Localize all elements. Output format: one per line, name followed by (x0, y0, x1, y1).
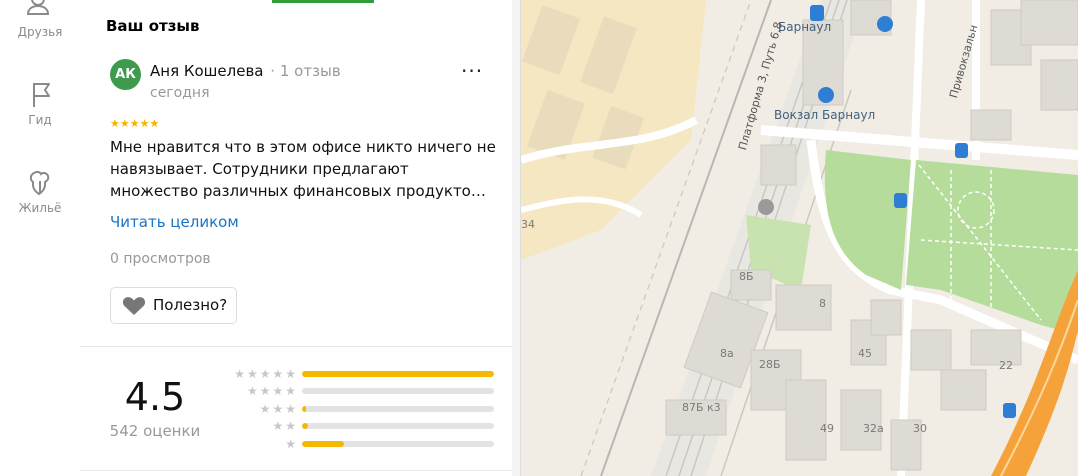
stars-label: ★★ (272, 419, 298, 433)
rating-bar-fill (302, 423, 308, 429)
rating-bar (302, 423, 494, 429)
map-house-number: 34 (521, 218, 535, 231)
map-house-number: 22 (999, 359, 1013, 372)
stars-label: ★★★ (259, 402, 298, 416)
more-options-button[interactable]: ··· (461, 61, 483, 81)
helpful-label: Полезно? (153, 296, 228, 314)
map-house-number: 28Б (759, 358, 781, 371)
map-house-number: 32а (863, 422, 884, 435)
review-author: Аня Кошелева · 1 отзыв (150, 62, 341, 80)
author-reviews-count: · 1 отзыв (270, 62, 341, 80)
helpful-button[interactable]: Полезно? (110, 287, 237, 324)
average-rating: 4.5 (124, 375, 186, 419)
stars-label: ★★★★ (246, 384, 298, 398)
rail-item-label: Жильё (18, 201, 62, 215)
map-canvas[interactable] (521, 0, 1078, 476)
rail-item-friends[interactable]: Друзья (0, 0, 80, 39)
rating-bar-fill (302, 441, 345, 447)
rail-item-guide[interactable]: Гид (0, 80, 80, 127)
review-stars: ★★★★★ (110, 117, 160, 130)
views-count: 0 просмотров (110, 251, 211, 267)
left-rail: Друзья Гид Жильё (0, 0, 81, 476)
rating-bar-fill (302, 406, 306, 412)
map-house-number: 49 (820, 422, 834, 435)
map-house-number: 45 (858, 347, 872, 360)
reviews-panel: Ваш отзыв АК Аня Кошелева · 1 отзыв сего… (80, 0, 521, 476)
flag-icon (33, 83, 50, 107)
ratings-count: 542 оценки (109, 422, 201, 440)
rating-bar (302, 406, 494, 412)
avatar[interactable]: АК (110, 59, 141, 90)
map-house-number: 8а (720, 347, 734, 360)
rating-bar-fill (302, 371, 494, 377)
divider (80, 470, 512, 471)
divider (80, 346, 512, 347)
map-house-number: 8 (819, 297, 826, 310)
active-tab-indicator (272, 0, 374, 3)
map-house-number: 30 (913, 422, 927, 435)
stars-label: ★★★★★ (234, 367, 298, 381)
author-name[interactable]: Аня Кошелева (150, 62, 264, 80)
rating-bar (302, 441, 494, 447)
rail-item-label: Друзья (17, 25, 63, 39)
stars-label: ★ (285, 437, 298, 451)
review-text: Мне нравится что в этом офисе никто ниче… (110, 138, 496, 200)
rating-bar (302, 371, 494, 377)
heart-icon (122, 297, 146, 315)
map-house-number: 87Б к3 (682, 401, 721, 414)
rail-item-label: Гид (28, 113, 52, 127)
map-place-label[interactable]: Барнаул (778, 20, 831, 34)
read-more-link[interactable]: Читать целиком (110, 213, 239, 231)
map-place-label[interactable]: Вокзал Барнаул (774, 108, 875, 122)
map-house-number: 8Б (739, 270, 754, 283)
friends-icon (26, 0, 50, 15)
rating-bar (302, 388, 494, 394)
section-title: Ваш отзыв (106, 17, 200, 35)
panel-scrollbar[interactable] (512, 0, 520, 476)
rail-item-housing[interactable]: Жильё (0, 168, 80, 215)
housing-icon (29, 170, 50, 196)
review-date: сегодня (150, 85, 210, 101)
map-view[interactable]: Барнаул Вокзал Барнаул Платформа 3, Путь… (521, 0, 1078, 476)
